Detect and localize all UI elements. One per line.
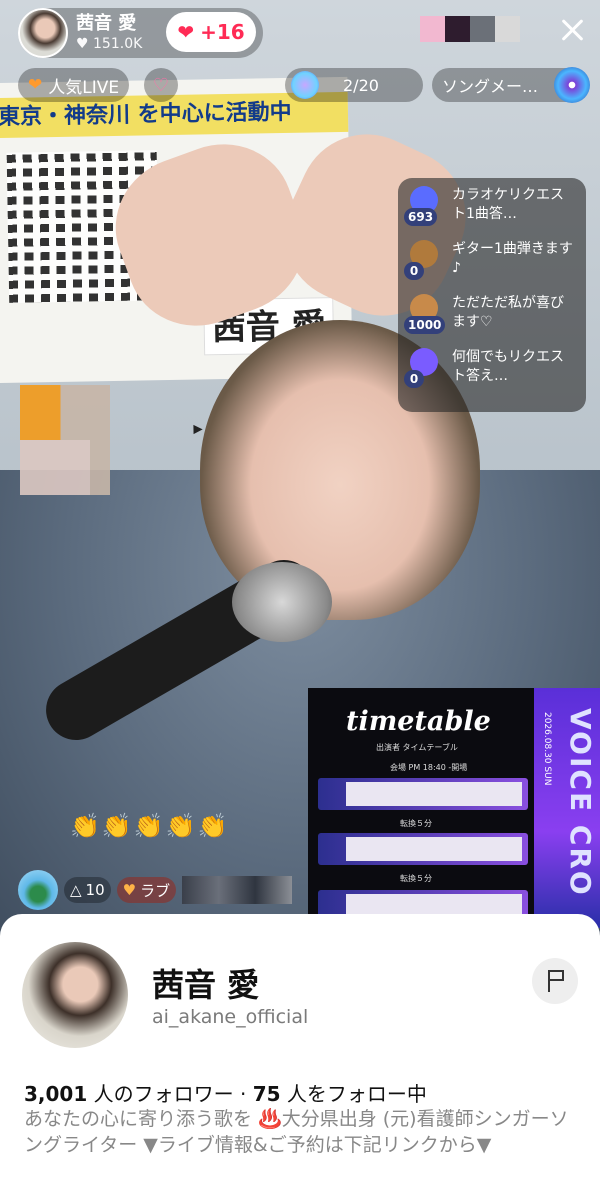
host-likes-count: 151.0K bbox=[93, 36, 143, 52]
level-chip[interactable]: △ 10 bbox=[64, 877, 111, 903]
following-label: 人をフォロー中 bbox=[286, 1082, 427, 1106]
viewer-avatar[interactable] bbox=[445, 16, 470, 42]
report-button[interactable] bbox=[532, 958, 578, 1004]
top-viewers-list[interactable] bbox=[420, 16, 520, 42]
flag-cloth bbox=[550, 970, 564, 981]
love-chip[interactable]: ♥ ラブ bbox=[116, 877, 177, 903]
level-value: 10 bbox=[85, 881, 105, 899]
timetable-change: 転換５分 bbox=[400, 874, 432, 883]
timetable-overlay: timetable 出演者 タイムテーブル 会場 PM 18:40 -開場 転換… bbox=[308, 688, 600, 928]
love-label: ラブ bbox=[140, 881, 171, 900]
clap-effects: 👏👏👏👏👏 bbox=[70, 812, 230, 840]
host-name: 茜音 愛 bbox=[76, 13, 137, 34]
timetable-time: 会場 PM 18:40 -開場 bbox=[390, 763, 468, 772]
profile-handle: ai_akane_official bbox=[152, 1006, 309, 1028]
fan-club-icon[interactable]: ♡ bbox=[144, 68, 178, 102]
request-item[interactable]: 0 ギター1曲弾きます♪ bbox=[404, 240, 580, 292]
globe-avatar[interactable] bbox=[18, 870, 58, 910]
viewer-avatar[interactable] bbox=[470, 16, 495, 42]
timetable-side-text: VOICE CRO bbox=[564, 708, 597, 897]
following-count: 75 bbox=[252, 1082, 281, 1106]
host-avatar[interactable] bbox=[18, 8, 68, 58]
follow-plus-button[interactable]: ❤ +16 bbox=[166, 12, 256, 52]
profile-name: 茜音 愛 bbox=[152, 966, 260, 1004]
request-label: ただただ私が喜びます♡ bbox=[452, 295, 564, 330]
host-likes: ♥ 151.0K bbox=[76, 35, 142, 53]
pixelated-area bbox=[20, 385, 110, 495]
request-label: 何個でもリクエスト答え… bbox=[452, 349, 564, 384]
request-count: 0 bbox=[404, 262, 424, 280]
request-count: 0 bbox=[404, 370, 424, 388]
flame-icon: ❤ bbox=[28, 75, 43, 95]
timetable-subtitle: 出演者 タイムテーブル bbox=[376, 743, 458, 752]
request-item[interactable]: 0 何個でもリクエスト答え… bbox=[404, 348, 580, 400]
profile-bottom-sheet[interactable]: 茜音 愛 ai_akane_official 3,001 人のフォロワー · 7… bbox=[0, 914, 600, 1200]
plus-count: +16 bbox=[200, 20, 245, 44]
gift-goal-count: 2/20 bbox=[343, 75, 379, 95]
profile-avatar[interactable] bbox=[22, 942, 128, 1048]
live-stream-video[interactable]: 東京・神奈川 を中心に活動中 茜音 愛 ▶ 情報はこちら 茜音 愛 ♥ 151.… bbox=[0, 0, 600, 1200]
triangle-icon: △ bbox=[70, 881, 82, 899]
disc-icon bbox=[554, 67, 590, 103]
request-item[interactable]: 1000 ただただ私が喜びます♡ bbox=[404, 294, 580, 346]
blurred-username bbox=[182, 876, 293, 904]
gift-request-panel[interactable]: 693 カラオケリクエスト1曲答… 0 ギター1曲弾きます♪ 1000 ただただ… bbox=[398, 178, 586, 412]
song-request-label: ソングメー… bbox=[442, 77, 539, 96]
popular-live-label: 人気LIVE bbox=[48, 77, 120, 98]
profile-bio: あなたの心に寄り添う歌を ♨️大分県出身 (元)看護師シンガーソングライター ▼… bbox=[24, 1108, 569, 1156]
timetable-row bbox=[318, 778, 528, 810]
popular-live-badge[interactable]: ❤ 人気LIVE bbox=[18, 68, 130, 102]
request-count: 1000 bbox=[404, 316, 446, 334]
heart-badge-icon: ♥ bbox=[122, 881, 137, 899]
heart-icon: ❤ bbox=[177, 20, 195, 44]
gift-goal-progress[interactable]: 2/20 bbox=[285, 68, 423, 102]
viewer-avatar[interactable] bbox=[420, 16, 445, 42]
request-count: 693 bbox=[404, 208, 438, 226]
follower-count: 3,001 bbox=[24, 1082, 88, 1106]
gift-goal-icon bbox=[291, 71, 319, 99]
timetable-change: 転換５分 bbox=[400, 819, 432, 828]
song-request-button[interactable]: ソングメー… bbox=[432, 67, 590, 103]
viewer-avatar[interactable] bbox=[495, 16, 520, 42]
timetable-side-banner: 2026.08.30 SUN VOICE CRO bbox=[534, 688, 600, 928]
request-item[interactable]: 693 カラオケリクエスト1曲答… bbox=[404, 186, 580, 238]
timetable-date: 2026.08.30 SUN bbox=[542, 712, 552, 786]
request-label: ギター1曲弾きます♪ bbox=[452, 241, 573, 276]
timetable-row bbox=[318, 833, 528, 865]
microphone-grille bbox=[232, 562, 332, 642]
viewer-chips[interactable]: △ 10 ♥ ラブ bbox=[18, 870, 293, 910]
timetable-title: timetable bbox=[346, 706, 491, 737]
close-icon[interactable] bbox=[558, 16, 586, 44]
heart-outline-icon: ♥ bbox=[76, 36, 89, 52]
stats-separator: · bbox=[239, 1082, 247, 1106]
request-label: カラオケリクエスト1曲答… bbox=[452, 187, 564, 222]
follow-stats[interactable]: 3,001 人のフォロワー · 75 人をフォロー中 bbox=[24, 1078, 427, 1107]
follower-label: 人のフォロワー bbox=[93, 1082, 234, 1106]
